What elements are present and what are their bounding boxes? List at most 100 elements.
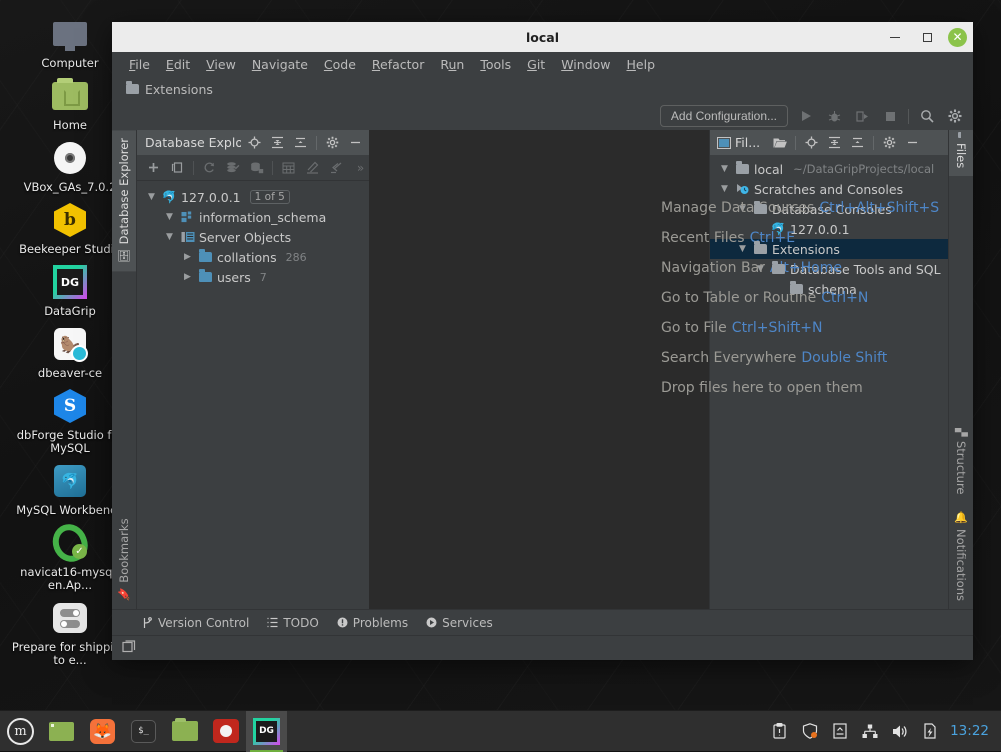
more-icon[interactable]: »	[352, 159, 369, 177]
settings-gear-icon[interactable]	[945, 106, 965, 126]
software-manager-icon[interactable]	[205, 711, 246, 752]
tree-row[interactable]: ▼ Scratches and Consoles	[710, 179, 948, 199]
terminal-icon[interactable]: $_	[123, 711, 164, 752]
tree-item-label: 127.0.0.1	[790, 222, 850, 237]
sidebar-item-database-explorer[interactable]: 🗄 Database Explorer	[112, 130, 136, 271]
folder-icon	[789, 284, 804, 294]
search-icon[interactable]	[917, 106, 937, 126]
tip-row: Drop files here to open them	[369, 380, 709, 396]
clock[interactable]: 13:22	[950, 723, 989, 739]
expand-all-icon[interactable]	[268, 133, 287, 152]
collapse-all-icon[interactable]	[291, 133, 310, 152]
locate-icon[interactable]	[802, 133, 821, 152]
tip-row: Search EverywhereDouble Shift	[369, 350, 709, 366]
editor-empty-area[interactable]: Manage Data SourcesCtrl+Alt+Shift+S Rece…	[369, 130, 709, 609]
table-icon[interactable]	[280, 159, 297, 177]
chevron-right-icon[interactable]: ▶	[181, 252, 194, 262]
mysql-dolphin-icon: 🐬	[770, 221, 787, 237]
volume-icon[interactable]	[890, 722, 909, 741]
edit-icon[interactable]	[304, 159, 321, 177]
tool-window-problems[interactable]: Problems	[337, 616, 408, 630]
menu-view[interactable]: View	[198, 55, 244, 74]
chevron-down-icon[interactable]: ▼	[718, 164, 731, 174]
debug-icon[interactable]	[824, 106, 844, 126]
network-icon[interactable]	[860, 722, 879, 741]
menu-file[interactable]: File	[121, 55, 158, 74]
jump-to-icon[interactable]	[328, 159, 345, 177]
taskbar: m 🦊 $_ 13:22	[0, 710, 1001, 751]
chevron-right-icon[interactable]: ▶	[181, 272, 194, 282]
hide-icon[interactable]	[903, 133, 922, 152]
expand-all-icon[interactable]	[825, 133, 844, 152]
mysql-workbench-icon: 🐬	[49, 461, 91, 501]
database-properties-icon[interactable]	[249, 159, 266, 177]
linux-mint-menu-icon[interactable]: m	[0, 711, 41, 752]
run-icon[interactable]	[796, 106, 816, 126]
settings-gear-icon[interactable]	[323, 133, 342, 152]
tree-row[interactable]: ▶ users 7	[137, 267, 369, 287]
chevron-down-icon[interactable]: ▼	[145, 192, 158, 202]
menu-refactor[interactable]: Refactor	[364, 55, 432, 74]
collapse-all-icon[interactable]	[848, 133, 867, 152]
layout-icon[interactable]	[122, 639, 137, 657]
taskbar-item-datagrip[interactable]	[246, 711, 287, 752]
profile-icon[interactable]	[852, 106, 872, 126]
sidebar-item-label: Structure	[954, 441, 968, 495]
hide-icon[interactable]	[346, 133, 365, 152]
database-explorer-tree: ▼ 🐬 127.0.0.1 1 of 5 ▼ information_schem…	[137, 181, 369, 609]
menu-navigate[interactable]: Navigate	[244, 55, 316, 74]
window-icon[interactable]	[41, 711, 82, 752]
close-button[interactable]: ✕	[948, 28, 967, 47]
tool-window-todo[interactable]: TODO	[267, 616, 318, 630]
menu-code[interactable]: Code	[316, 55, 364, 74]
add-configuration-button[interactable]: Add Configuration...	[660, 105, 788, 127]
folder-icon	[771, 264, 786, 274]
tree-row[interactable]: ▼ local ~/DataGripProjects/local	[710, 159, 948, 179]
firefox-icon[interactable]: 🦊	[82, 711, 123, 752]
tree-row[interactable]: ▼ information_schema	[137, 207, 369, 227]
file-manager-icon[interactable]	[164, 711, 205, 752]
sync-icon[interactable]	[225, 159, 242, 177]
sidebar-item-notifications[interactable]: 🔔 Notifications	[949, 503, 973, 609]
desktop-icon-label: VBox_GAs_7.0.2	[24, 181, 117, 194]
tip-row: Manage Data SourcesCtrl+Alt+Shift+S	[369, 200, 709, 216]
toolbar-separator	[908, 109, 909, 124]
folder-icon	[126, 84, 139, 94]
locate-icon[interactable]	[245, 133, 264, 152]
tool-window-version-control[interactable]: Version Control	[142, 616, 249, 630]
tree-row[interactable]: ▼ 🐬 127.0.0.1 1 of 5	[137, 187, 369, 207]
menu-tools[interactable]: Tools	[472, 55, 519, 74]
clipboard-alert-icon[interactable]	[770, 722, 789, 741]
tree-row[interactable]: ▶ collations 286	[137, 247, 369, 267]
menu-help[interactable]: Help	[619, 55, 664, 74]
tip-row: Go to Table or RoutineCtrl+N	[369, 290, 709, 306]
chevron-down-icon[interactable]: ▼	[163, 212, 176, 222]
sidebar-item-bookmarks[interactable]: 🔖 Bookmarks	[112, 510, 136, 609]
settings-gear-icon[interactable]	[880, 133, 899, 152]
menu-window[interactable]: Window	[553, 55, 618, 74]
breadcrumb[interactable]: Extensions	[145, 82, 213, 97]
copy-icon[interactable]	[169, 159, 186, 177]
add-icon[interactable]	[145, 159, 162, 177]
power-icon[interactable]	[920, 722, 939, 741]
bookmark-icon: 🔖	[118, 588, 131, 601]
menu-run[interactable]: Run	[432, 55, 472, 74]
tree-row[interactable]: ▼ Server Objects	[137, 227, 369, 247]
sidebar-item-files[interactable]: Files	[949, 130, 973, 176]
minimize-button[interactable]	[884, 26, 906, 48]
maximize-button[interactable]	[916, 26, 938, 48]
desktop-icon-label: Computer	[41, 57, 98, 70]
stop-icon[interactable]	[880, 106, 900, 126]
chevron-down-icon[interactable]: ▼	[163, 232, 176, 242]
menu-edit[interactable]: Edit	[158, 55, 198, 74]
open-folder-icon[interactable]	[770, 133, 789, 152]
tool-window-services[interactable]: Services	[426, 616, 493, 630]
sidebar-item-structure[interactable]: ▞ Structure	[949, 420, 973, 503]
menu-git[interactable]: Git	[519, 55, 553, 74]
update-manager-icon[interactable]	[830, 722, 849, 741]
tip-row: Recent FilesCtrl+E	[369, 230, 709, 246]
schema-icon	[180, 211, 195, 223]
refresh-icon[interactable]	[201, 159, 218, 177]
chevron-down-icon[interactable]: ▼	[718, 184, 731, 194]
shield-update-icon[interactable]	[800, 722, 819, 741]
